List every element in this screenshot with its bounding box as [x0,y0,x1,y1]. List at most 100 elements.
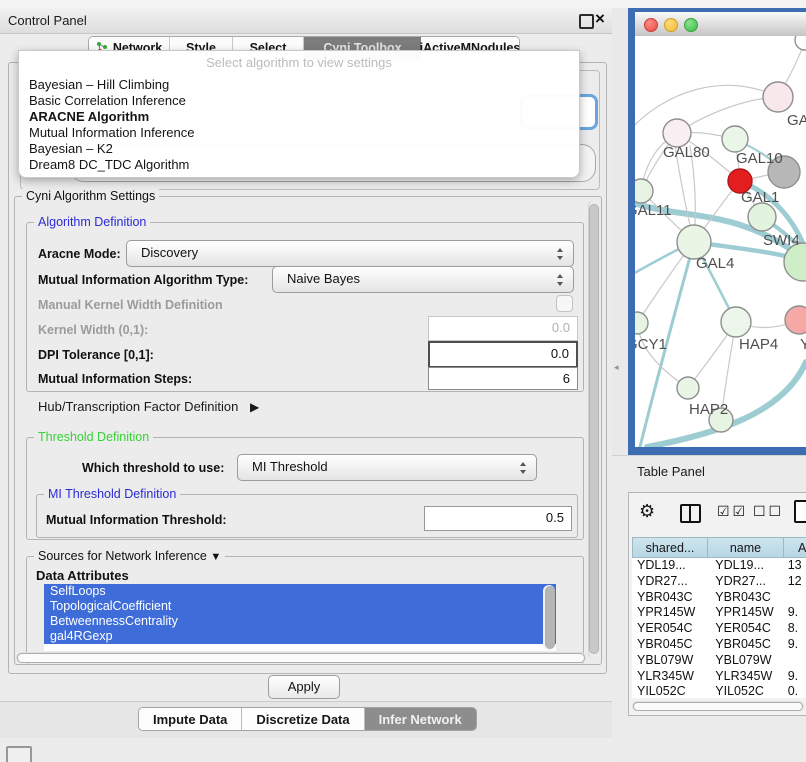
table-cell[interactable]: YBL079W [710,653,784,669]
table-cell[interactable]: YDL19... [710,558,784,574]
table-cell[interactable] [785,653,806,669]
sources-title-row[interactable]: Sources for Network Inference ▼ [34,549,225,563]
table-cell[interactable]: 0. [785,684,806,698]
deselect-all-checks-icon[interactable]: ☐☐ [753,504,784,520]
popup-item-selected[interactable]: ARACNE Algorithm [29,109,569,125]
table-row[interactable]: YBR045CYBR045C9. [632,637,806,653]
column-header[interactable]: name [708,537,784,558]
tab-impute-data[interactable]: Impute Data [139,708,242,730]
network-node[interactable] [635,179,653,203]
table-cell[interactable]: YBR043C [632,590,710,606]
popup-item[interactable]: Dream8 DC_TDC Algorithm [29,157,569,173]
table-cell[interactable] [785,590,806,606]
table-cell[interactable]: 13 [785,558,806,574]
kernel-width-field[interactable]: 0.0 [428,316,578,341]
table-cell[interactable]: YIL052C [632,684,710,698]
table-cell[interactable]: YBR045C [632,637,710,653]
table-row[interactable]: YPR145WYPR145W9. [632,605,806,621]
list-item[interactable]: SelfLoops [44,584,556,599]
table-cell[interactable]: 9. [785,669,806,685]
network-window-titlebar[interactable] [635,12,806,37]
close-traffic-light[interactable] [644,18,658,32]
network-node[interactable] [635,312,648,334]
table-hscrollbar-thumb[interactable] [633,702,803,711]
network-node[interactable] [785,306,806,334]
popup-item[interactable]: Bayesian – K2 [29,141,569,157]
hscrollbar-thumb[interactable] [17,653,585,663]
table-cell[interactable]: YBR043C [710,590,784,606]
network-canvas-wrap: GALGAL80GAL10GAL1GAL11SWI4GAL4GCY1HAP4YH… [635,36,806,447]
network-node[interactable] [795,36,806,50]
list-item[interactable]: gal4RGexp [44,629,556,644]
tab-infer-network[interactable]: Infer Network [365,708,476,730]
close-icon[interactable]: × [595,9,605,29]
node-label: SWI4 [763,232,800,249]
column-header[interactable]: A [784,537,806,558]
table-row[interactable]: YER054CYER054C8. [632,621,806,637]
network-node[interactable] [721,307,751,337]
mi-threshold-field[interactable]: 0.5 [424,506,572,531]
table-cell[interactable]: 9. [785,637,806,653]
dpi-tolerance-field[interactable]: 0.0 [428,341,578,368]
table-row[interactable]: YIL052CYIL052C0. [632,684,806,698]
collapsed-panel-icon[interactable] [6,746,32,762]
table-cell[interactable]: YBL079W [632,653,710,669]
table-cell[interactable]: 12 [785,574,806,590]
divider-collapse-icon[interactable]: ◂ [614,362,619,373]
which-threshold-combobox[interactable]: MI Threshold [237,454,537,481]
table-cell[interactable]: YIL052C [710,684,784,698]
table-row[interactable]: YBR043CYBR043C [632,590,806,606]
mi-steps-value: 6 [563,371,570,386]
network-edge[interactable] [635,85,778,131]
gear-icon[interactable]: ⚙ [639,501,655,522]
data-attributes-list: SelfLoops TopologicalCoefficient Between… [44,584,556,651]
network-node[interactable] [663,119,691,147]
aracne-mode-combobox[interactable]: Discovery [126,240,574,267]
column-header[interactable]: shared... [632,537,708,558]
tab-discretize-data[interactable]: Discretize Data [242,708,364,730]
list-item[interactable]: TopologicalCoefficient [44,599,556,614]
table-row[interactable]: YBL079WYBL079W [632,653,806,669]
cyni-settings-title: Cyni Algorithm Settings [22,189,159,203]
table-row[interactable]: YDR27...YDR27...12 [632,574,806,590]
popup-item[interactable]: Mutual Information Inference [29,125,569,141]
apply-button[interactable]: Apply [268,675,340,699]
new-table-icon[interactable] [794,500,806,523]
table-cell[interactable]: YLR345W [710,669,784,685]
list-item[interactable]: BetweennessCentrality [44,614,556,629]
settings-scrollbar-thumb[interactable] [589,204,599,654]
zoom-traffic-light[interactable] [684,18,698,32]
mi-type-value: Naive Bayes [287,271,360,286]
table-cell[interactable]: YPR145W [710,605,784,621]
table-cell[interactable]: YER054C [710,621,784,637]
table-cell[interactable]: YLR345W [632,669,710,685]
network-node[interactable] [677,225,711,259]
table-cell[interactable]: YBR045C [710,637,784,653]
network-node[interactable] [677,377,699,399]
table-cell[interactable]: YDR27... [710,574,784,590]
hub-definition-expander[interactable]: Hub/Transcription Factor Definition ▶ [38,399,259,414]
table-cell[interactable]: YER054C [632,621,710,637]
mi-steps-field[interactable]: 6 [428,367,578,390]
network-node[interactable] [748,203,776,231]
list-scrollbar-thumb[interactable] [545,586,555,649]
popup-item[interactable]: Bayesian – Hill Climbing [29,77,569,93]
manual-kernel-checkbox[interactable] [556,295,573,312]
table-cell[interactable]: 8. [785,621,806,637]
mi-type-combobox[interactable]: Naive Bayes [272,266,574,293]
table-cell[interactable]: 9. [785,605,806,621]
table-row[interactable]: YDL19...YDL19...13 [632,558,806,574]
table-cell[interactable]: YPR145W [632,605,710,621]
split-columns-icon[interactable] [680,504,701,523]
table-cell[interactable]: YDL19... [632,558,710,574]
table-row[interactable]: YLR345WYLR345W9. [632,669,806,685]
network-node[interactable] [763,82,793,112]
minimize-traffic-light[interactable] [664,18,678,32]
panel-divider[interactable] [612,8,628,455]
select-all-checks-icon[interactable]: ☑☑ [717,504,748,520]
float-window-icon[interactable] [579,14,594,29]
network-canvas[interactable]: GALGAL80GAL10GAL1GAL11SWI4GAL4GCY1HAP4YH… [635,36,806,447]
network-node[interactable] [722,126,748,152]
table-cell[interactable]: YDR27... [632,574,710,590]
popup-item[interactable]: Basic Correlation Inference [29,93,569,109]
